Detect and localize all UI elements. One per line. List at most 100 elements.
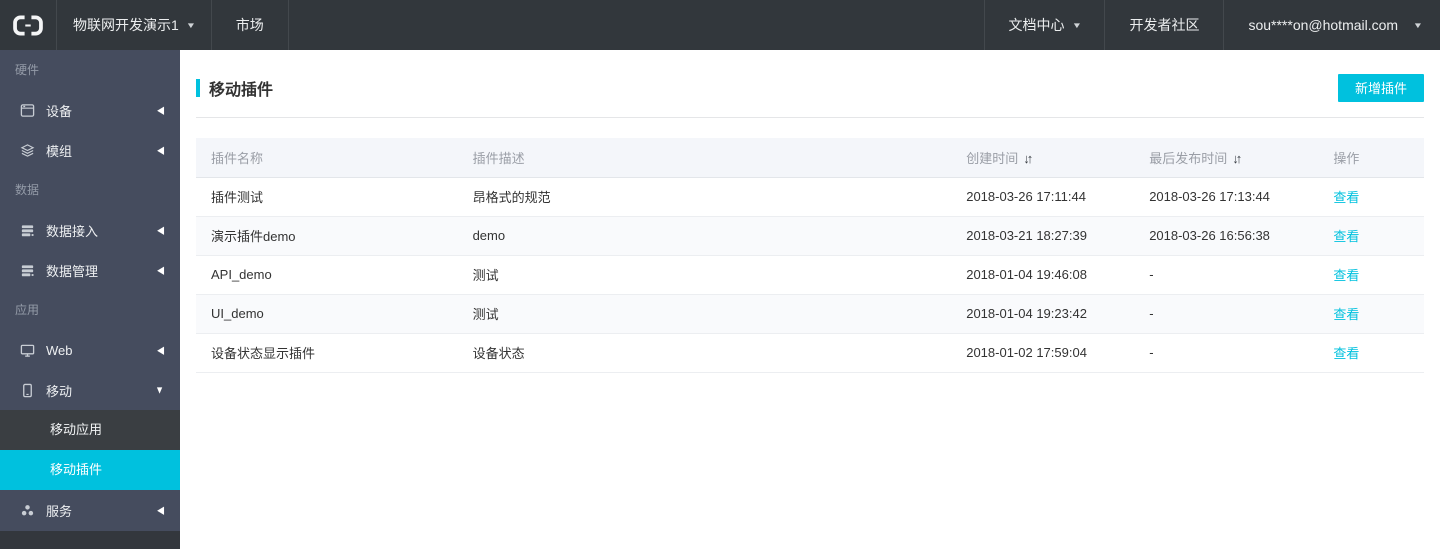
- table-row: UI_demo 测试 2018-01-04 19:23:42 - 查看: [196, 294, 1424, 334]
- col-header-actions: 操作: [1318, 138, 1424, 178]
- sidebar-item-service-label: 服务: [46, 503, 73, 519]
- sidebar-item-web-label: Web: [46, 342, 73, 358]
- col-header-created: 创建时间 ↓↑: [951, 138, 1135, 178]
- col-header-published: 最后发布时间 ↓↑: [1134, 138, 1319, 178]
- sidebar-section-data: 数据: [15, 183, 40, 197]
- chevron-down-icon: ▼: [185, 20, 196, 30]
- sidebar-bottom-strip: [0, 531, 180, 549]
- cell-published-time: 2018-03-26 16:56:38: [1134, 216, 1319, 256]
- monitor-icon: [19, 342, 35, 358]
- col-header-desc: 插件描述: [457, 138, 952, 178]
- sidebar-item-mobile[interactable]: 移动 ▼: [0, 370, 180, 410]
- account-email: sou****on@hotmail.com: [1248, 17, 1399, 33]
- cell-published-time: 2018-03-26 17:13:44: [1134, 177, 1319, 217]
- page-header: 移动插件 新增插件: [196, 50, 1424, 118]
- sidebar-item-data-mgmt[interactable]: 数据管理 ◀: [0, 250, 180, 290]
- module-layers-icon: [19, 142, 35, 158]
- sidebar-section-hardware: 硬件: [15, 63, 40, 77]
- sidebar-item-data-access-label: 数据接入: [46, 223, 99, 239]
- sidebar: 硬件 设备 ◀ 模组 ◀ 数据 数据接入 ◀ 数据管理 ◀ 应用 Web ◀ 移…: [0, 50, 180, 549]
- view-link[interactable]: 查看: [1333, 229, 1359, 244]
- chevron-down-icon: ▼: [1412, 20, 1424, 30]
- cell-plugin-name: UI_demo: [196, 294, 458, 334]
- cell-published-time: -: [1134, 255, 1319, 295]
- cell-created-time: 2018-01-04 19:23:42: [951, 294, 1135, 334]
- cell-published-time: -: [1134, 294, 1319, 334]
- sidebar-item-module-label: 模组: [46, 143, 73, 159]
- collapse-left-icon: ◀: [157, 503, 164, 516]
- collapse-left-icon: ◀: [157, 223, 164, 236]
- nav-market[interactable]: 市场: [212, 0, 289, 50]
- table-header-row: 插件名称 插件描述 创建时间 ↓↑ 最后发布时间 ↓↑ 操作: [196, 138, 1424, 178]
- table-row: API_demo 测试 2018-01-04 19:46:08 - 查看: [196, 255, 1424, 295]
- sort-icon[interactable]: ↓↑: [1232, 151, 1242, 166]
- sidebar-item-mobile-label: 移动: [46, 383, 73, 399]
- add-plugin-button[interactable]: 新增插件: [1337, 73, 1424, 102]
- sidebar-item-service[interactable]: 服务 ◀: [0, 490, 180, 530]
- database-icon: [19, 222, 35, 238]
- col-header-name: 插件名称: [196, 138, 458, 178]
- sort-icon[interactable]: ↓↑: [1023, 151, 1033, 166]
- nav-docs-center-label: 文档中心: [1008, 17, 1065, 33]
- collapse-left-icon: ◀: [157, 263, 164, 276]
- view-link[interactable]: 查看: [1333, 346, 1359, 361]
- sidebar-item-device[interactable]: 设备 ◀: [0, 90, 180, 130]
- main-content: 移动插件 新增插件 插件名称 插件描述 创建时间 ↓↑ 最后发布时间 ↓↑ 操作…: [180, 50, 1440, 549]
- cell-plugin-desc: demo: [457, 216, 952, 256]
- navbar-right: 文档中心 ▼ 开发者社区 sou****on@hotmail.com ▼: [983, 0, 1440, 50]
- account-menu[interactable]: sou****on@hotmail.com ▼: [1223, 0, 1440, 50]
- cell-created-time: 2018-01-02 17:59:04: [951, 333, 1135, 373]
- brackets-logo-icon: [13, 14, 43, 36]
- table-row: 插件测试 昂格式的规范 2018-03-26 17:11:44 2018-03-…: [196, 177, 1424, 217]
- view-link[interactable]: 查看: [1333, 307, 1359, 322]
- table-row: 设备状态显示插件 设备状态 2018-01-02 17:59:04 - 查看: [196, 333, 1424, 373]
- smartphone-icon: [19, 382, 35, 398]
- plugin-table-wrap: 插件名称 插件描述 创建时间 ↓↑ 最后发布时间 ↓↑ 操作 插件测试 昂格式的…: [196, 138, 1424, 373]
- collapse-left-icon: ◀: [157, 343, 164, 356]
- cell-created-time: 2018-01-04 19:46:08: [951, 255, 1135, 295]
- sidebar-item-device-label: 设备: [46, 103, 73, 119]
- chevron-down-icon: ▼: [1071, 20, 1082, 30]
- sidebar-item-module[interactable]: 模组 ◀: [0, 130, 180, 170]
- view-link[interactable]: 查看: [1333, 190, 1359, 205]
- cell-plugin-desc: 测试: [457, 255, 952, 295]
- collapse-left-icon: ◀: [157, 103, 164, 116]
- device-icon: [19, 102, 35, 118]
- nav-market-label: 市场: [235, 17, 264, 33]
- sidebar-item-web[interactable]: Web ◀: [0, 330, 180, 370]
- cell-plugin-desc: 昂格式的规范: [457, 177, 952, 217]
- cell-published-time: -: [1134, 333, 1319, 373]
- collapse-left-icon: ◀: [157, 143, 164, 156]
- table-row: 演示插件demo demo 2018-03-21 18:27:39 2018-0…: [196, 216, 1424, 256]
- nav-dev-community-label: 开发者社区: [1129, 17, 1200, 33]
- project-selector[interactable]: 物联网开发演示1 ▼: [57, 0, 212, 50]
- sidebar-subitem-mobile-plugin[interactable]: 移动插件: [0, 450, 180, 490]
- service-cluster-icon: [19, 502, 35, 518]
- expand-down-icon: ▼: [155, 384, 164, 396]
- project-selector-label: 物联网开发演示1: [73, 17, 179, 33]
- page-title: 移动插件: [196, 76, 273, 100]
- cell-plugin-name: 设备状态显示插件: [196, 333, 458, 373]
- cell-plugin-desc: 设备状态: [457, 333, 952, 373]
- cell-created-time: 2018-03-21 18:27:39: [951, 216, 1135, 256]
- view-link[interactable]: 查看: [1333, 268, 1359, 283]
- cell-plugin-name: 演示插件demo: [196, 216, 458, 256]
- plugin-table: 插件名称 插件描述 创建时间 ↓↑ 最后发布时间 ↓↑ 操作 插件测试 昂格式的…: [196, 138, 1424, 373]
- cell-created-time: 2018-03-26 17:11:44: [951, 177, 1135, 217]
- page-title-text: 移动插件: [209, 81, 274, 99]
- sidebar-section-app: 应用: [15, 303, 40, 317]
- title-accent-bar: [196, 78, 200, 97]
- sidebar-item-data-mgmt-label: 数据管理: [46, 263, 99, 279]
- cell-plugin-desc: 测试: [457, 294, 952, 334]
- col-header-created-label: 创建时间: [966, 150, 1019, 166]
- database-icon: [19, 262, 35, 278]
- nav-dev-community[interactable]: 开发者社区: [1104, 0, 1223, 50]
- cell-plugin-name: 插件测试: [196, 177, 458, 217]
- nav-docs-center[interactable]: 文档中心 ▼: [983, 0, 1105, 50]
- top-navbar: 物联网开发演示1 ▼ 市场 文档中心 ▼ 开发者社区 sou****on@hot…: [0, 0, 1440, 50]
- cell-plugin-name: API_demo: [196, 255, 458, 295]
- sidebar-item-data-access[interactable]: 数据接入 ◀: [0, 210, 180, 250]
- sidebar-subitem-mobile-app[interactable]: 移动应用: [0, 410, 180, 450]
- alibaba-cloud-logo[interactable]: [0, 0, 57, 50]
- col-header-published-label: 最后发布时间: [1149, 150, 1228, 166]
